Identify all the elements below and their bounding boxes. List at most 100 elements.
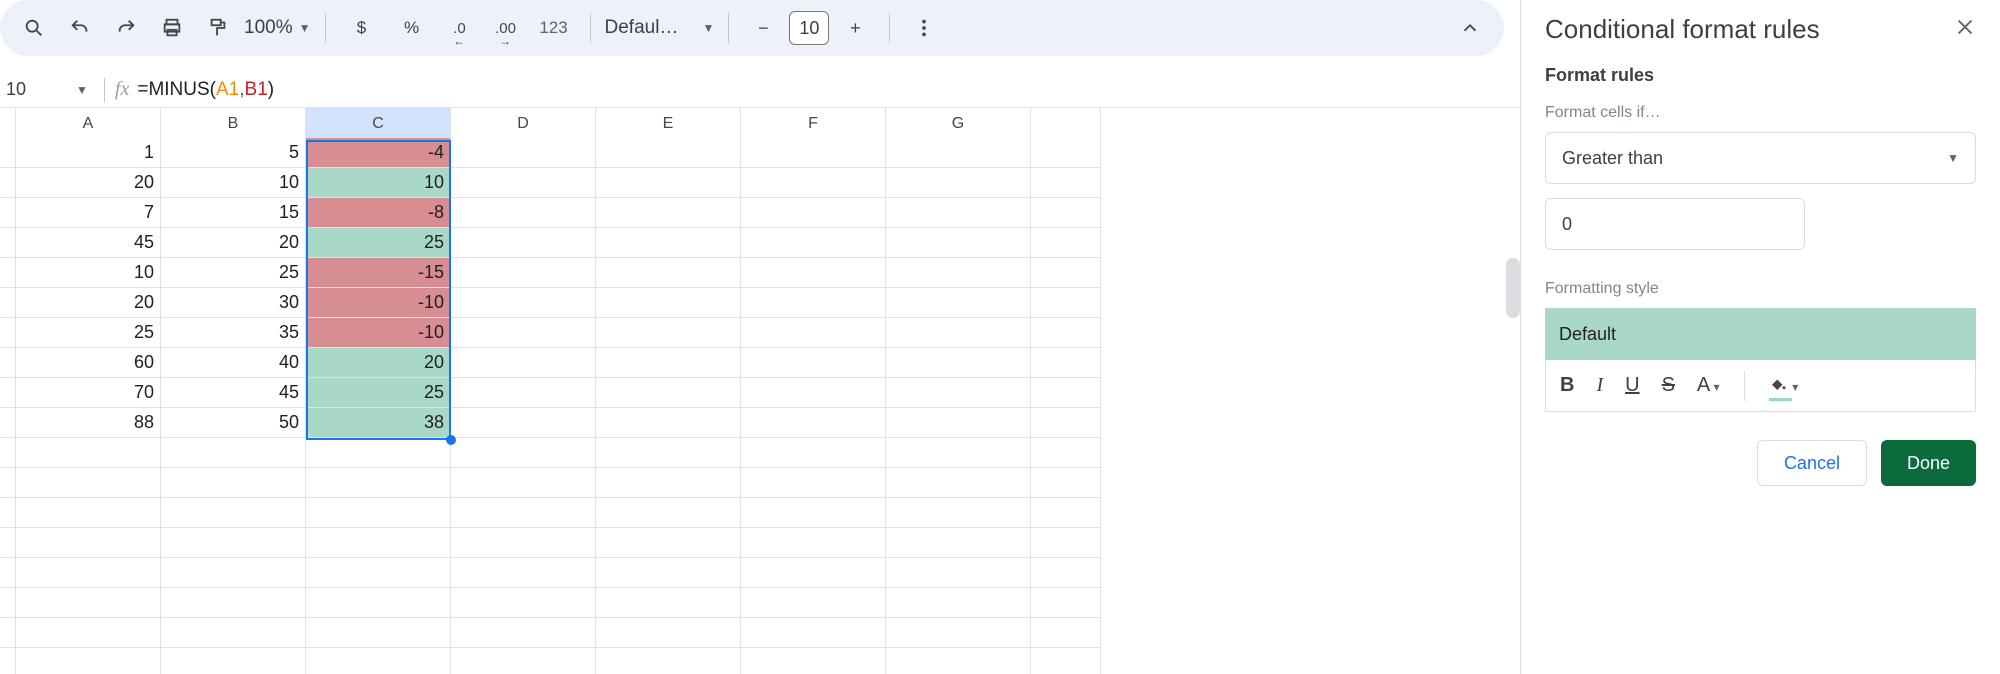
cell[interactable] [886,438,1031,468]
cell[interactable] [306,498,451,528]
cell[interactable] [741,378,886,408]
cell[interactable] [886,408,1031,438]
cell[interactable] [886,198,1031,228]
row-header[interactable] [0,408,16,438]
column-header[interactable] [1031,108,1101,140]
cell[interactable]: 25 [306,228,451,258]
cell[interactable]: 88 [16,408,161,438]
text-color-button[interactable]: A ▾ [1697,374,1720,397]
cell[interactable] [161,648,306,674]
cell[interactable] [886,618,1031,648]
row-header[interactable] [0,558,16,588]
column-header[interactable]: A [16,108,161,140]
more-options-icon[interactable] [904,8,944,48]
cell[interactable]: -8 [306,198,451,228]
cell[interactable] [451,528,596,558]
cell[interactable] [596,558,741,588]
cell[interactable] [886,588,1031,618]
cell[interactable] [1031,228,1101,258]
cell[interactable] [596,378,741,408]
cell[interactable] [306,588,451,618]
cell[interactable] [741,618,886,648]
cell[interactable]: 5 [161,138,306,168]
cell[interactable] [1031,528,1101,558]
cell[interactable]: 70 [16,378,161,408]
row-header[interactable] [0,288,16,318]
cell[interactable]: 30 [161,288,306,318]
cell[interactable] [451,168,596,198]
cell[interactable] [161,468,306,498]
cell[interactable] [16,648,161,674]
cell[interactable] [596,618,741,648]
cell[interactable] [1031,588,1101,618]
cell[interactable] [886,558,1031,588]
cell[interactable] [741,228,886,258]
cell[interactable]: 40 [161,348,306,378]
cell[interactable]: 25 [306,378,451,408]
cell[interactable] [451,228,596,258]
cell[interactable] [451,138,596,168]
row-header[interactable] [0,528,16,558]
cell[interactable] [596,498,741,528]
row-header[interactable] [0,198,16,228]
cell[interactable] [886,348,1031,378]
cell[interactable] [1031,468,1101,498]
cell[interactable] [161,498,306,528]
decrease-font-size-button[interactable]: − [743,8,783,48]
cell[interactable] [1031,438,1101,468]
cell[interactable] [16,558,161,588]
undo-icon[interactable] [60,8,100,48]
cell[interactable] [1031,378,1101,408]
format-currency-button[interactable]: $ [342,8,382,48]
cell[interactable] [306,558,451,588]
cell[interactable] [451,498,596,528]
cell[interactable] [886,648,1031,674]
done-button[interactable]: Done [1881,440,1976,486]
cell[interactable] [451,618,596,648]
cell[interactable] [451,468,596,498]
cell[interactable]: 10 [16,258,161,288]
cell[interactable] [741,438,886,468]
style-preview[interactable]: Default [1545,308,1976,360]
cell[interactable] [16,438,161,468]
cell[interactable]: 10 [161,168,306,198]
italic-button[interactable]: I [1596,374,1603,397]
row-header[interactable] [0,228,16,258]
strikethrough-button[interactable]: S [1662,374,1675,397]
row-header[interactable] [0,618,16,648]
cell[interactable] [1031,168,1101,198]
cell[interactable] [886,318,1031,348]
cell[interactable] [1031,408,1101,438]
cell[interactable]: 15 [161,198,306,228]
row-header[interactable] [0,468,16,498]
cell[interactable] [451,198,596,228]
cell[interactable] [306,528,451,558]
cell[interactable] [1031,648,1101,674]
column-header[interactable]: C [306,108,451,140]
row-header[interactable] [0,588,16,618]
font-select[interactable]: Defaul… ▼ [605,17,715,39]
cell[interactable]: 25 [161,258,306,288]
increase-decimal-button[interactable]: .00→ [486,8,526,48]
condition-value-input[interactable]: 0 [1545,198,1805,250]
formula-input[interactable]: =MINUS(A1,B1) [137,78,274,101]
cell[interactable]: -4 [306,138,451,168]
condition-select[interactable]: Greater than ▼ [1545,132,1976,184]
paint-format-icon[interactable] [198,8,238,48]
cell[interactable] [596,168,741,198]
cell[interactable]: 20 [16,168,161,198]
cell[interactable] [741,558,886,588]
cell[interactable]: 45 [161,378,306,408]
cell[interactable] [741,408,886,438]
cell[interactable] [1031,198,1101,228]
collapse-toolbar-icon[interactable] [1450,8,1490,48]
grid[interactable]: ABCDEFG15-4201010715-84520251025-152030-… [0,108,1520,674]
cell[interactable]: 20 [16,288,161,318]
cell[interactable]: 20 [306,348,451,378]
redo-icon[interactable] [106,8,146,48]
cell[interactable] [596,288,741,318]
zoom-select[interactable]: 100% ▼ [244,17,311,39]
cell[interactable]: 35 [161,318,306,348]
cell[interactable] [886,378,1031,408]
cell[interactable] [161,618,306,648]
